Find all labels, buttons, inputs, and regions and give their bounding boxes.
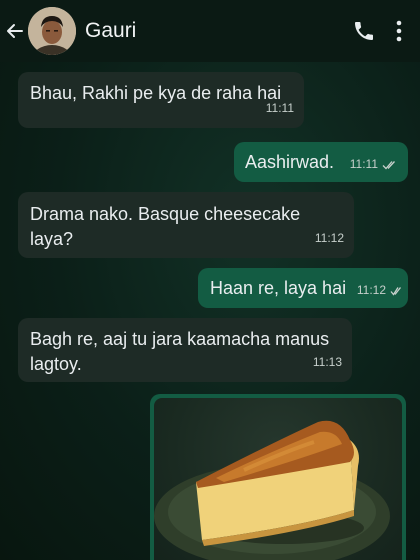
message-text: Bagh re, aaj tu jara kaamacha manus lagt… [30,329,330,374]
message-time: 11:11 [265,101,294,115]
message-meta: 11:11 [266,96,294,121]
message-meta: 11:13 [313,350,342,375]
chat-header: Gauri [0,0,420,62]
double-check-icon [390,286,402,296]
more-vertical-icon [396,20,402,42]
message-meta: 11:12 [315,226,344,251]
back-button[interactable] [2,0,28,62]
phone-icon [355,22,373,40]
cheesecake-image [154,420,390,560]
message-time: 11:11 [349,157,378,171]
message-bubble-incoming[interactable]: Bagh re, aaj tu jara kaamacha manus lagt… [18,318,352,382]
message-time: 11:12 [356,283,386,297]
message-text: Drama nako. Basque cheesecake laya? [30,204,301,249]
avatar[interactable] [28,7,76,55]
avatar-portrait [28,7,76,55]
voice-call-button[interactable] [344,0,384,62]
more-options-button[interactable] [384,0,414,62]
message-meta: 11:11 [350,152,398,177]
message-bubble-incoming[interactable]: Drama nako. Basque cheesecake laya? 11:1… [18,192,354,258]
message-bubble-incoming[interactable]: Bhau, Rakhi pe kya de raha hai 11:11 [18,72,304,128]
cheesecake-photo[interactable] [154,398,402,560]
message-time: 11:13 [312,355,342,369]
chat-area[interactable]: Bhau, Rakhi pe kya de raha hai 11:11 Aas… [0,62,420,560]
message-meta: 11:12 [357,278,402,303]
double-check-icon [382,160,395,169]
image-message-outgoing[interactable] [150,394,406,560]
arrow-left-icon [7,24,23,38]
message-time: 11:12 [314,231,344,245]
message-bubble-outgoing[interactable]: Aashirwad. 11:11 [234,142,408,182]
contact-name[interactable]: Gauri [85,19,344,43]
message-bubble-outgoing[interactable]: Haan re, laya hai 11:12 [198,268,408,308]
message-text: Bhau, Rakhi pe kya de raha hai [30,83,282,103]
